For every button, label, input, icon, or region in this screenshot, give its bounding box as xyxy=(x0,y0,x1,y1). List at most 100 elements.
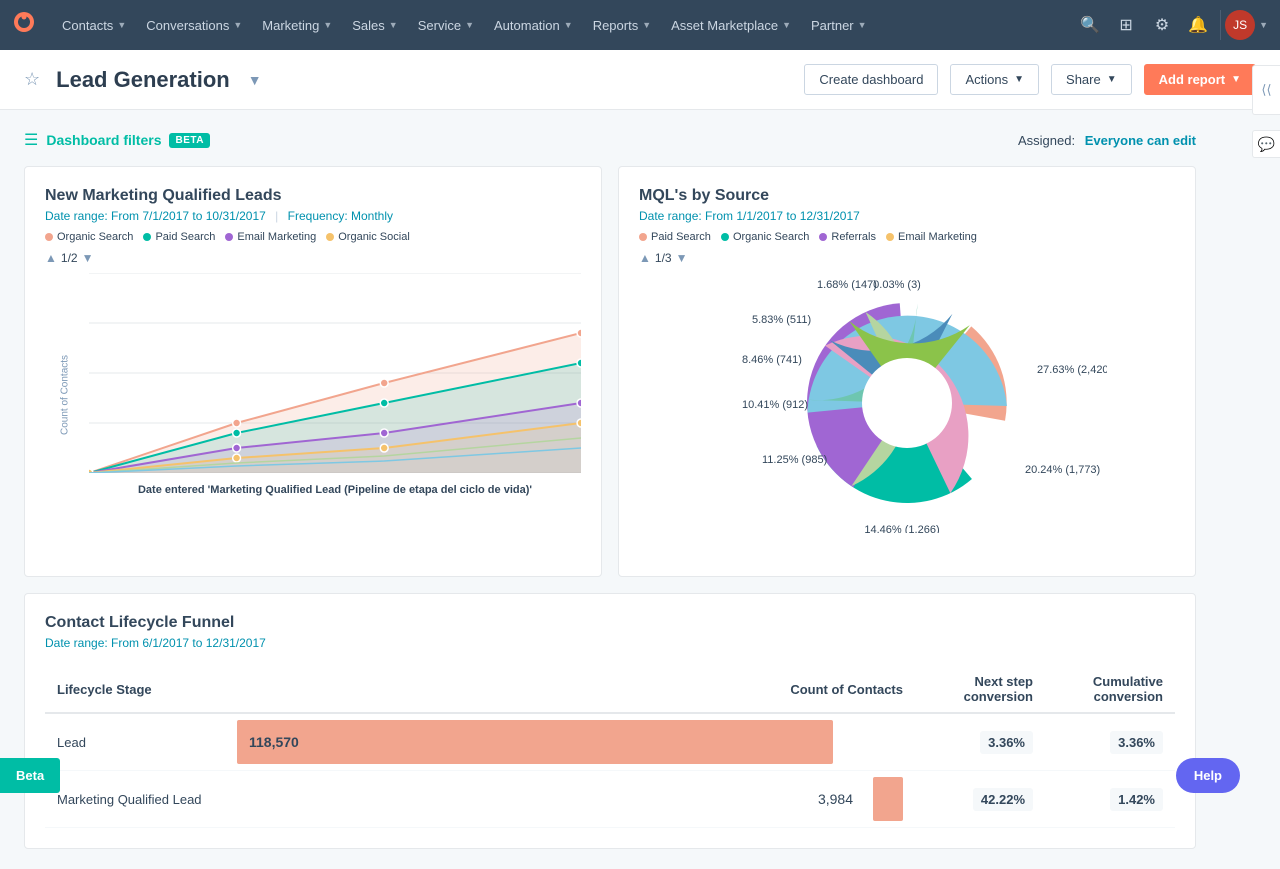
main-content: ☰ Dashboard filters BETA Assigned: Every… xyxy=(0,110,1220,869)
header-bar: ☆ Lead Generation ▼ Create dashboard Act… xyxy=(0,50,1280,110)
svg-text:20.24% (1,773): 20.24% (1,773) xyxy=(1025,464,1100,476)
grid-icon[interactable]: ⊞ xyxy=(1108,7,1144,43)
pie-chart-svg: 27.63% (2,420) 20.24% (1,773) 14.46% (1,… xyxy=(707,273,1107,533)
dashboard-filters-label[interactable]: Dashboard filters xyxy=(46,132,161,148)
legend-organic-social: Organic Social xyxy=(326,231,410,243)
mql-source-title: MQL's by Source xyxy=(639,187,1175,205)
chat-icon[interactable]: 💬 xyxy=(1252,130,1280,158)
nav-divider xyxy=(1220,10,1221,40)
svg-text:8.46% (741): 8.46% (741) xyxy=(742,354,802,366)
pie-chart-container: 27.63% (2,420) 20.24% (1,773) 14.46% (1,… xyxy=(639,273,1175,533)
legend-email-marketing: Email Marketing xyxy=(225,231,316,243)
nav-reports[interactable]: Reports ▼ xyxy=(583,0,661,50)
funnel-col-next: Next step conversion xyxy=(915,666,1045,713)
nav-asset-marketplace-caret: ▼ xyxy=(782,20,791,30)
mql-pagination: ▲ 1/2 ▼ xyxy=(45,251,581,265)
nav-partner[interactable]: Partner ▼ xyxy=(801,0,877,50)
svg-text:14.46% (1,266): 14.46% (1,266) xyxy=(864,524,939,533)
mql-card-subtitle: Date range: From 7/1/2017 to 10/31/2017 … xyxy=(45,209,581,223)
funnel-next-mql: 42.22% xyxy=(915,771,1045,828)
add-report-button[interactable]: Add report ▼ xyxy=(1144,64,1256,95)
funnel-cumulative-mql: 1.42% xyxy=(1045,771,1175,828)
svg-text:1.68% (147): 1.68% (147) xyxy=(817,279,877,291)
sidebar-toggle[interactable]: ⟨⟨ xyxy=(1252,65,1280,115)
legend-paid-search: Paid Search xyxy=(143,231,215,243)
mql-source-subtitle: Date range: From 1/1/2017 to 12/31/2017 xyxy=(639,209,1175,223)
nav-reports-caret: ▼ xyxy=(642,20,651,30)
add-report-caret: ▼ xyxy=(1231,74,1241,85)
source-page-next[interactable]: ▼ xyxy=(676,251,688,265)
filter-icon: ☰ xyxy=(24,130,38,150)
funnel-stage-lead: Lead xyxy=(45,713,225,771)
beta-badge: BETA xyxy=(169,133,209,148)
legend-organic-search: Organic Search xyxy=(45,231,133,243)
dashboard-grid: New Marketing Qualified Leads Date range… xyxy=(24,166,1196,577)
mql-card-title: New Marketing Qualified Leads xyxy=(45,187,581,205)
nav-contacts[interactable]: Contacts ▼ xyxy=(52,0,136,50)
nav-service-caret: ▼ xyxy=(465,20,474,30)
nav-sales-caret: ▼ xyxy=(389,20,398,30)
filters-bar: ☰ Dashboard filters BETA Assigned: Every… xyxy=(24,130,1196,150)
funnel-table: Lifecycle Stage Count of Contacts Next s… xyxy=(45,666,1175,828)
settings-icon[interactable]: ⚙ xyxy=(1144,7,1180,43)
funnel-bar-mql: 3,984 xyxy=(225,771,915,828)
hubspot-logo[interactable] xyxy=(12,10,36,40)
actions-button[interactable]: Actions ▼ xyxy=(950,64,1039,95)
funnel-col-cumulative: Cumulative conversion xyxy=(1045,666,1175,713)
title-dropdown-caret[interactable]: ▼ xyxy=(248,72,262,88)
y-axis-label: Count of Contacts xyxy=(60,395,71,435)
funnel-subtitle: Date range: From 6/1/2017 to 12/31/2017 xyxy=(45,636,1175,650)
svg-text:11.25% (985): 11.25% (985) xyxy=(762,454,827,466)
page-next[interactable]: ▼ xyxy=(82,251,94,265)
nav-marketing-caret: ▼ xyxy=(323,20,332,30)
svg-text:10.41% (912): 10.41% (912) xyxy=(742,399,808,411)
legend-referrals: Referrals xyxy=(819,231,876,243)
share-button[interactable]: Share ▼ xyxy=(1051,64,1132,95)
filters-left: ☰ Dashboard filters BETA xyxy=(24,130,210,150)
legend-organic-search-source: Organic Search xyxy=(721,231,809,243)
nav-contacts-caret: ▼ xyxy=(117,20,126,30)
actions-caret: ▼ xyxy=(1014,74,1024,85)
help-button[interactable]: Help xyxy=(1176,758,1240,793)
page-title: Lead Generation xyxy=(56,67,230,93)
funnel-col-stage: Lifecycle Stage xyxy=(45,666,225,713)
x-axis-label: Date entered 'Marketing Qualified Lead (… xyxy=(89,484,581,496)
mql-line-chart-card: New Marketing Qualified Leads Date range… xyxy=(24,166,602,577)
svg-text:27.63% (2,420): 27.63% (2,420) xyxy=(1037,364,1107,376)
funnel-cumulative-lead: 3.36% xyxy=(1045,713,1175,771)
funnel-row-lead: Lead 118,570 3.36% 3.36% xyxy=(45,713,1175,771)
legend-email-marketing-source: Email Marketing xyxy=(886,231,977,243)
search-icon[interactable]: 🔍 xyxy=(1072,7,1108,43)
funnel-col-count: Count of Contacts xyxy=(225,666,915,713)
create-dashboard-button[interactable]: Create dashboard xyxy=(804,64,938,95)
funnel-bar-lead: 118,570 xyxy=(225,713,915,771)
bell-icon[interactable]: 🔔 xyxy=(1180,7,1216,43)
beta-button[interactable]: Beta xyxy=(0,758,60,793)
top-nav: Contacts ▼ Conversations ▼ Marketing ▼ S… xyxy=(0,0,1280,50)
svg-text:5.83% (511): 5.83% (511) xyxy=(752,314,811,326)
source-page-prev[interactable]: ▲ xyxy=(639,251,651,265)
nav-sales[interactable]: Sales ▼ xyxy=(342,0,407,50)
nav-service[interactable]: Service ▼ xyxy=(408,0,484,50)
share-caret: ▼ xyxy=(1107,74,1117,85)
nav-asset-marketplace[interactable]: Asset Marketplace ▼ xyxy=(661,0,801,50)
star-icon[interactable]: ☆ xyxy=(24,69,40,90)
avatar-caret[interactable]: ▼ xyxy=(1259,20,1268,30)
svg-text:0.03% (3): 0.03% (3) xyxy=(873,279,921,291)
line-chart-container: Count of Contacts 10K 7.5K 5K 2.5K 0 xyxy=(45,273,581,556)
funnel-card: Contact Lifecycle Funnel Date range: Fro… xyxy=(24,593,1196,849)
nav-marketing[interactable]: Marketing ▼ xyxy=(252,0,342,50)
source-pagination: ▲ 1/3 ▼ xyxy=(639,251,1175,265)
funnel-next-lead: 3.36% xyxy=(915,713,1045,771)
assigned-link[interactable]: Everyone can edit xyxy=(1085,133,1196,148)
assigned-section: Assigned: Everyone can edit xyxy=(1018,133,1196,148)
mql-legend: Organic Search Paid Search Email Marketi… xyxy=(45,231,581,243)
nav-conversations[interactable]: Conversations ▼ xyxy=(136,0,252,50)
line-chart-svg: 10K 7.5K 5K 2.5K 0 xyxy=(89,273,581,473)
legend-paid-search-source: Paid Search xyxy=(639,231,711,243)
avatar[interactable]: JS xyxy=(1225,10,1255,40)
nav-automation[interactable]: Automation ▼ xyxy=(484,0,583,50)
page-prev[interactable]: ▲ xyxy=(45,251,57,265)
funnel-title: Contact Lifecycle Funnel xyxy=(45,614,1175,632)
nav-automation-caret: ▼ xyxy=(564,20,573,30)
